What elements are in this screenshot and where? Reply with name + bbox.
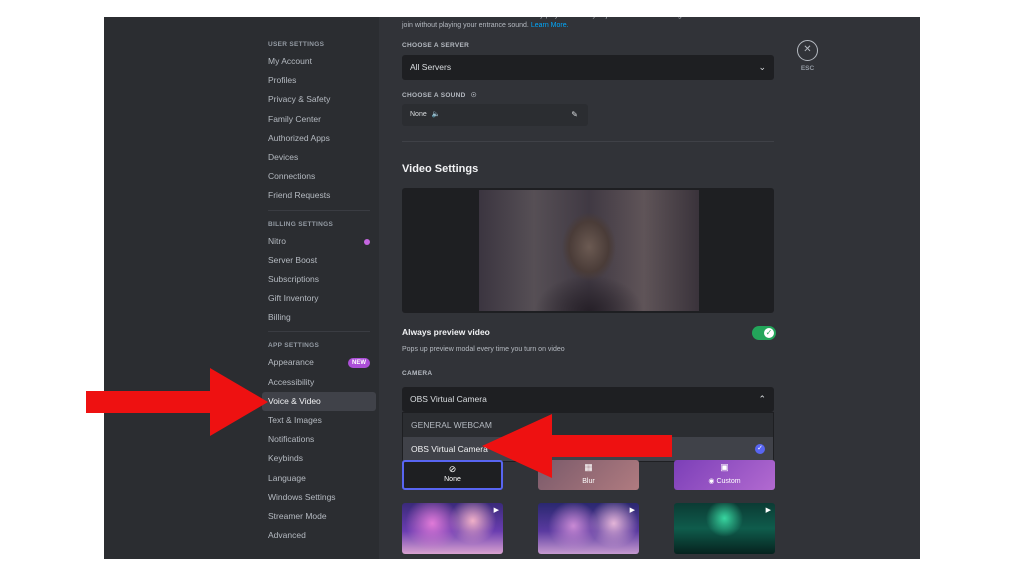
soundboard-description: Choose a Soundboard sound to automatical…	[402, 17, 774, 31]
sidebar-separator	[268, 209, 370, 211]
chevron-up-icon: ⌃	[758, 394, 766, 404]
play-icon: ▶	[629, 507, 635, 514]
sidebar-item-label: Streamer Mode	[268, 510, 327, 521]
sidebar-item-family-center[interactable]: Family Center	[262, 110, 376, 129]
speaker-icon: 🔈	[431, 111, 441, 118]
background-thumbnail[interactable]: ▶	[538, 503, 639, 554]
camera-select[interactable]: OBS Virtual Camera ⌃	[402, 387, 774, 412]
background-custom-label-text: Custom	[716, 478, 741, 485]
sidebar-item-label: Windows Settings	[268, 491, 336, 502]
arrow-annotation-camera	[482, 414, 672, 478]
server-select-value: All Servers	[410, 62, 452, 72]
sidebar-item-my-account[interactable]: My Account	[262, 52, 376, 71]
sidebar-item-privacy-and-safety[interactable]: Privacy & Safety	[262, 90, 376, 109]
sidebar-item-text-and-images[interactable]: Text & Images	[262, 411, 376, 430]
sidebar-item-label: Devices	[268, 151, 299, 162]
section-divider	[402, 141, 774, 142]
pencil-icon[interactable]: ✎	[571, 104, 578, 126]
sidebar-item-label: Text & Images	[268, 415, 322, 425]
choose-server-label: CHOOSE A SERVER	[402, 42, 470, 49]
video-preview	[402, 188, 774, 313]
sidebar-item-label: Appearance	[268, 357, 314, 368]
nitro-icon	[364, 238, 370, 245]
sidebar-item-label: Keybinds	[268, 453, 303, 464]
always-preview-toggle[interactable]: ✓	[752, 326, 776, 340]
sidebar-item-label: Family Center	[268, 113, 321, 124]
close-icon[interactable]: ✕	[797, 40, 818, 61]
sidebar-item-keybinds[interactable]: Keybinds	[262, 449, 376, 468]
camera-feed-image	[479, 190, 699, 311]
sound-value: None	[410, 111, 427, 118]
settings-sidebar: USER SETTINGS My Account Profiles Privacy &…	[104, 17, 379, 559]
play-icon: ▶	[765, 507, 771, 514]
sidebar-item-label: My Account	[268, 56, 312, 66]
sidebar-item-gift-inventory[interactable]: Gift Inventory	[262, 289, 376, 308]
always-preview-title: Always preview video	[402, 327, 490, 337]
new-badge: NEW	[348, 358, 370, 369]
check-icon: ✓	[755, 444, 765, 454]
soundboard-description-text: Choose a Soundboard sound to automatical…	[402, 17, 772, 29]
background-thumbnail[interactable]: ▶	[674, 503, 775, 554]
sidebar-item-billing[interactable]: Billing	[262, 308, 376, 327]
sidebar-item-appearance[interactable]: Appearance NEW	[262, 353, 376, 372]
sidebar-item-label: Language	[268, 472, 306, 483]
choose-sound-label: CHOOSE A SOUND ☉	[402, 91, 477, 99]
camera-select-value: OBS Virtual Camera	[410, 394, 487, 404]
camera-option-label: OBS Virtual Camera	[411, 444, 488, 454]
background-blur-label: Blur	[582, 478, 595, 485]
upload-image-icon: ▣	[720, 462, 729, 472]
sidebar-item-profiles[interactable]: Profiles	[262, 71, 376, 90]
chevron-down-icon: ⌄	[758, 62, 766, 72]
sidebar-item-voice-and-video[interactable]: Voice & Video	[262, 391, 376, 411]
sidebar-item-label: Server Boost	[268, 254, 318, 265]
sidebar-item-label: Authorized Apps	[268, 132, 330, 143]
sidebar-item-label: Subscriptions	[268, 273, 320, 284]
sound-picker[interactable]: None 🔈 ✎	[402, 104, 588, 126]
esc-label: ESC	[800, 65, 815, 72]
sidebar-item-nitro[interactable]: Nitro	[262, 232, 376, 251]
sidebar-item-label: Privacy & Safety	[268, 94, 331, 105]
background-custom-label: ◉ Custom	[708, 478, 741, 485]
check-icon: ✓	[764, 328, 774, 338]
sidebar-section-heading: USER SETTINGS	[268, 41, 325, 48]
soundboard-icon: ☉	[470, 92, 477, 99]
choose-sound-label-text: CHOOSE A SOUND	[402, 92, 466, 99]
sidebar-item-notifications[interactable]: Notifications	[262, 430, 376, 449]
sidebar-item-label: Accessibility	[268, 376, 315, 387]
sidebar-item-label: Notifications	[268, 434, 315, 445]
background-thumbnail[interactable]: ▶	[402, 503, 503, 554]
sidebar-item-authorized-apps[interactable]: Authorized Apps	[262, 129, 376, 148]
sidebar-nav: USER SETTINGS My Account Profiles Privacy &…	[262, 37, 376, 545]
sidebar-item-label: Connections	[268, 171, 316, 182]
sidebar-item-subscriptions[interactable]: Subscriptions	[262, 270, 376, 289]
sidebar-item-friend-requests[interactable]: Friend Requests	[262, 186, 376, 205]
sidebar-item-streamer-mode[interactable]: Streamer Mode	[262, 507, 376, 526]
sidebar-item-connections[interactable]: Connections	[262, 167, 376, 186]
sidebar-item-label: Nitro	[268, 235, 286, 246]
sidebar-item-language[interactable]: Language	[262, 469, 376, 488]
always-preview-description: Pops up preview modal every time you tur…	[402, 346, 565, 353]
sidebar-item-label: Profiles	[268, 75, 297, 86]
video-settings-heading: Video Settings	[402, 163, 479, 175]
sidebar-item-label: Billing	[268, 312, 291, 323]
background-custom-option[interactable]: ▣ ◉ Custom	[674, 460, 775, 490]
server-select[interactable]: All Servers ⌄	[402, 55, 774, 80]
sidebar-item-devices[interactable]: Devices	[262, 148, 376, 167]
sidebar-item-label: Friend Requests	[268, 190, 331, 201]
sidebar-separator	[268, 331, 370, 333]
sidebar-section-heading: APP SETTINGS	[268, 342, 320, 350]
sidebar-item-label: Voice & Video	[268, 395, 321, 406]
sidebar-item-windows-settings[interactable]: Windows Settings	[262, 488, 376, 507]
camera-label: CAMERA	[402, 370, 433, 377]
sidebar-item-accessibility[interactable]: Accessibility	[262, 373, 376, 392]
sidebar-section-heading: BILLING SETTINGS	[268, 220, 334, 228]
sidebar-item-label: Advanced	[268, 530, 306, 541]
arrow-annotation-sidebar	[86, 368, 268, 436]
learn-more-link[interactable]: Learn More.	[531, 22, 569, 29]
play-icon: ▶	[493, 507, 499, 514]
sidebar-item-advanced[interactable]: Advanced	[262, 526, 376, 545]
sidebar-item-label: Gift Inventory	[268, 293, 319, 304]
sidebar-item-server-boost[interactable]: Server Boost	[262, 251, 376, 270]
